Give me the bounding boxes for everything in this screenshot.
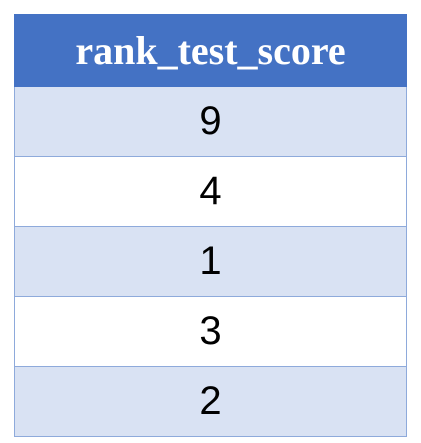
table-cell: 1 xyxy=(14,226,407,297)
table-cell: 3 xyxy=(14,296,407,367)
table-container: rank_test_score 9 4 1 3 2 xyxy=(14,14,407,437)
table-row: 3 xyxy=(14,296,407,367)
table-row: 9 xyxy=(14,86,407,157)
table-row: 2 xyxy=(14,366,407,437)
data-table: rank_test_score 9 4 1 3 2 xyxy=(14,14,407,437)
header-row: rank_test_score xyxy=(14,14,407,87)
table-row: 4 xyxy=(14,156,407,227)
table-cell: 4 xyxy=(14,156,407,227)
table-row: 1 xyxy=(14,226,407,297)
column-header-rank-test-score: rank_test_score xyxy=(14,14,407,87)
table-cell: 9 xyxy=(14,86,407,157)
table-cell: 2 xyxy=(14,366,407,437)
